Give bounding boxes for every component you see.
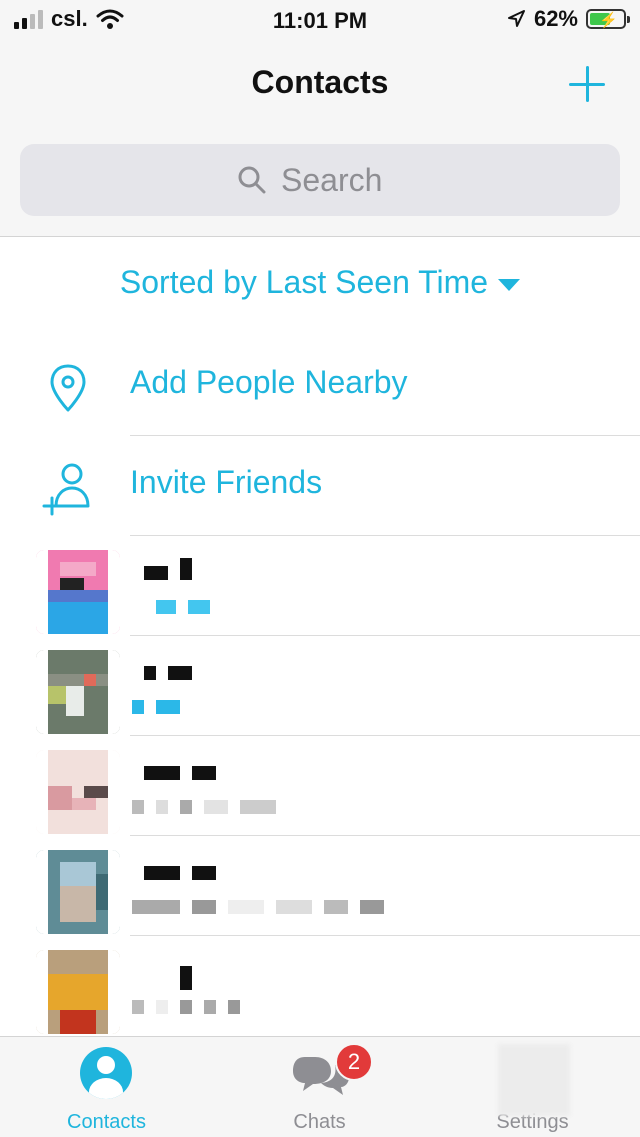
page-title: Contacts <box>251 64 389 100</box>
sort-label: Sorted by Last Seen Time <box>119 264 489 300</box>
status-bar: csl. 11:01 PM 62% ⚡ <box>0 0 640 40</box>
tab-chats[interactable]: 2 Chats <box>213 1037 426 1137</box>
redacted-contact-status <box>132 800 276 814</box>
contact-avatar <box>36 950 120 1034</box>
contact-row[interactable] <box>0 536 640 636</box>
contacts-icon <box>80 1047 132 1099</box>
contact-row[interactable] <box>0 936 640 1036</box>
battery-percentage: 62% <box>533 6 578 31</box>
redacted-contact-name <box>144 766 216 780</box>
contact-row[interactable] <box>0 736 640 836</box>
invite-friends-label: Invite Friends <box>130 464 323 500</box>
redacted-contact-name <box>144 666 192 680</box>
settings-icon <box>498 1044 570 1116</box>
contact-avatar <box>36 650 120 734</box>
contact-row[interactable] <box>0 636 640 736</box>
add-people-nearby-row[interactable]: Add People Nearby <box>0 334 640 434</box>
tab-contacts-label: Contacts <box>67 1111 146 1133</box>
search-icon <box>238 166 266 194</box>
location-pin-icon <box>50 364 86 412</box>
contact-row[interactable] <box>0 836 640 936</box>
redacted-contact-status <box>132 700 180 714</box>
search-bar[interactable] <box>20 144 620 216</box>
redacted-contact-name <box>144 866 216 880</box>
redacted-contact-name <box>180 966 192 990</box>
unread-badge: 2 <box>335 1043 373 1081</box>
nav-bar: Contacts <box>0 40 640 237</box>
search-input[interactable] <box>279 160 403 200</box>
add-person-icon <box>42 463 90 516</box>
tab-chats-label: Chats <box>293 1111 346 1133</box>
sort-selector[interactable]: Sorted by Last Seen Time <box>0 264 640 301</box>
charging-bolt-icon: ⚡ <box>599 12 618 29</box>
invite-friends-row[interactable]: Invite Friends <box>0 434 640 534</box>
add-contact-button[interactable] <box>566 62 610 106</box>
battery-icon: ⚡ <box>586 9 630 29</box>
caret-down-icon <box>498 278 521 291</box>
redacted-contact-status <box>132 1000 240 1014</box>
redacted-contact-name <box>144 558 192 580</box>
location-arrow-icon <box>507 10 525 27</box>
contact-avatar <box>36 850 120 934</box>
contact-avatar <box>36 750 120 834</box>
redacted-contact-status <box>156 600 210 614</box>
tab-contacts[interactable]: Contacts <box>0 1037 213 1137</box>
add-people-nearby-label: Add People Nearby <box>130 364 408 400</box>
contact-avatar <box>36 550 120 634</box>
redacted-contact-status <box>132 900 384 914</box>
